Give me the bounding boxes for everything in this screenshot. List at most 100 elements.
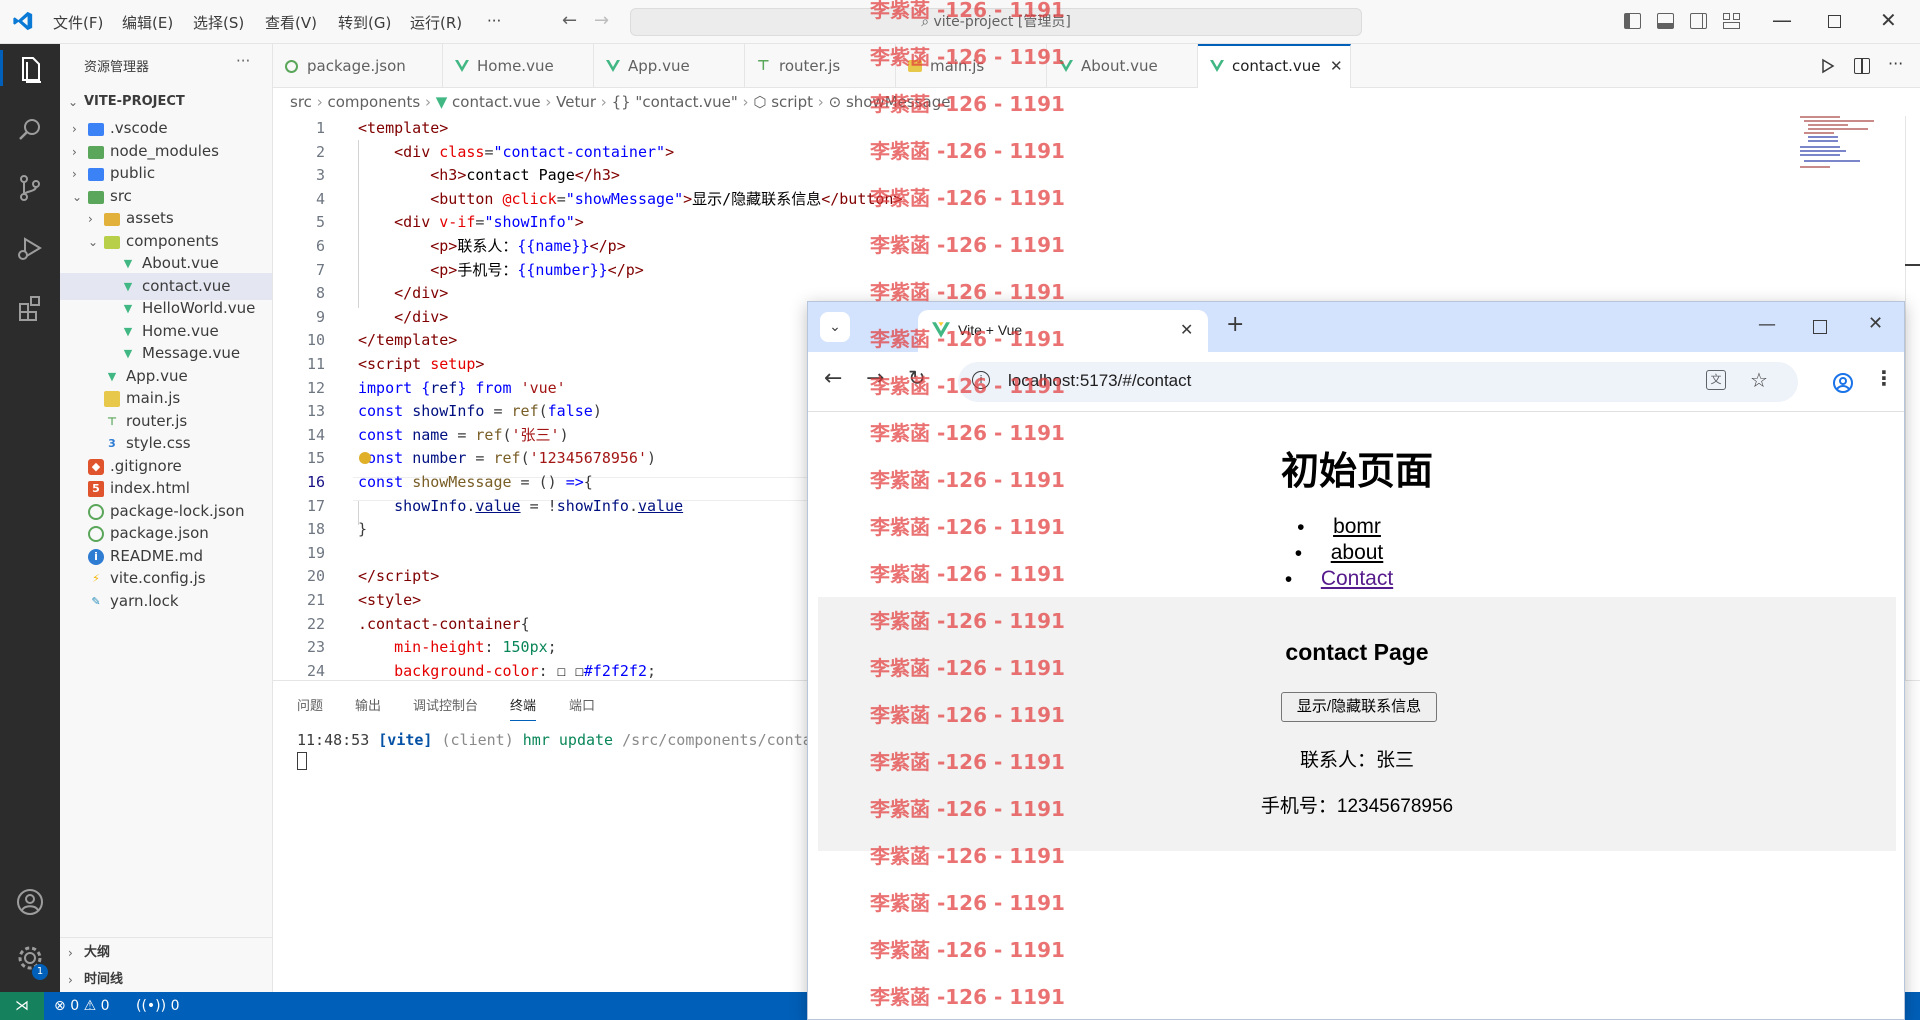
menu-file[interactable]: 文件(F) <box>53 12 103 33</box>
more-actions-icon[interactable]: ··· <box>1888 54 1903 73</box>
close-tab-icon[interactable]: ✕ <box>1330 46 1343 86</box>
terminal-output[interactable]: 11:48:53 [vite] (client) hmr update /src… <box>297 731 812 749</box>
browser-menu-icon[interactable]: ⋮ <box>1874 366 1894 390</box>
new-tab-icon[interactable]: + <box>1226 312 1244 337</box>
more-actions-icon[interactable]: ··· <box>236 52 250 70</box>
browser-tab[interactable]: Vite + Vue ✕ <box>918 310 1208 352</box>
menu-run[interactable]: 运行(R) <box>410 12 462 33</box>
toggle-primary-sidebar-icon[interactable] <box>1624 13 1641 29</box>
minimize-icon[interactable]: — <box>1772 8 1792 32</box>
profile-icon[interactable] <box>1832 372 1854 394</box>
menu-more[interactable]: ··· <box>487 12 501 30</box>
breadcrumb-item[interactable]: script <box>771 93 813 111</box>
breadcrumb-item[interactable]: showMessage <box>846 93 951 111</box>
breadcrumb-item[interactable]: Vetur <box>556 93 596 111</box>
panel-tab-ports[interactable]: 端口 <box>569 695 595 714</box>
warning-icon: ⚠ <box>83 998 97 1014</box>
tab-home-vue[interactable]: Home.vue <box>443 44 594 88</box>
line-number: 20 <box>306 567 325 586</box>
panel-tab-problems[interactable]: 问题 <box>297 695 323 714</box>
code-text: <p>手机号：{{number}}</p> <box>430 260 644 279</box>
site-info-icon[interactable]: i <box>972 371 990 389</box>
code-text: </script> <box>358 567 440 586</box>
problems-status[interactable]: ⊗ 0 ⚠ 0 <box>54 992 110 1020</box>
back-arrow-icon[interactable]: ← <box>824 366 842 391</box>
extensions-icon[interactable] <box>12 290 48 326</box>
panel-tab-debug-console[interactable]: 调试控制台 <box>413 695 478 714</box>
search-icon[interactable] <box>12 112 48 148</box>
minimize-icon[interactable]: — <box>1758 314 1776 335</box>
close-tab-icon[interactable]: ✕ <box>1180 320 1193 339</box>
forward-arrow-icon[interactable]: → <box>866 366 884 391</box>
nav-link-about[interactable]: about <box>1331 541 1384 564</box>
run-icon[interactable] <box>1820 58 1836 74</box>
panel-tab-output[interactable]: 输出 <box>355 695 381 714</box>
outline-section[interactable]: › 大纲 <box>60 939 272 966</box>
toggle-panel-icon[interactable] <box>1657 13 1674 29</box>
account-icon[interactable] <box>12 884 48 920</box>
command-center-search[interactable]: ⌕ vite-project [管理员] <box>630 8 1362 36</box>
tab-router-js[interactable]: ⊤ router.js <box>745 44 896 88</box>
menu-go[interactable]: 转到(G) <box>338 12 391 33</box>
code-text: background-color: ☐ ☐#f2f2f2; <box>394 661 657 680</box>
js-file-icon <box>104 391 120 407</box>
vue-file-icon: ▼ <box>123 347 133 360</box>
tree-item[interactable]: ✎ yarn.lock <box>60 588 272 615</box>
tab-package-json[interactable]: package.json <box>273 44 443 88</box>
ports-status[interactable]: ((•)) 0 <box>136 992 179 1020</box>
menu-edit[interactable]: 编辑(E) <box>122 12 173 33</box>
json-file-icon <box>88 526 104 542</box>
tab-search-chevron-icon[interactable]: ⌄ <box>820 312 850 342</box>
timeline-section[interactable]: › 时间线 <box>60 966 272 993</box>
minimap[interactable] <box>1790 116 1900 176</box>
lightbulb-icon[interactable] <box>359 452 371 464</box>
error-count: 0 <box>70 998 80 1014</box>
menu-view[interactable]: 查看(V) <box>265 12 317 33</box>
code-text: <h3>contact Page</h3> <box>430 166 620 185</box>
line-number: 23 <box>306 638 325 657</box>
nav-link-contact[interactable]: Contact <box>1321 567 1393 590</box>
tab-main-js[interactable]: main.js <box>896 44 1047 88</box>
tab-about-vue[interactable]: About.vue <box>1047 44 1198 88</box>
reload-icon[interactable]: ↻ <box>908 366 926 390</box>
remote-icon[interactable]: ⋊ <box>0 992 44 1020</box>
toggle-contact-button[interactable]: 显示/隐藏联系信息 <box>1281 692 1437 722</box>
code-text: .contact-container{ <box>358 614 530 633</box>
vue-file-icon: ▼ <box>123 302 133 315</box>
forward-arrow-icon[interactable]: → <box>594 10 609 31</box>
scrollbar-indicator[interactable] <box>1905 264 1920 266</box>
css-file-icon: 3 <box>108 437 116 450</box>
chevron-down-icon: ⌄ <box>72 189 83 204</box>
breadcrumb-item[interactable]: components <box>327 93 420 111</box>
breadcrumb-item[interactable]: {} "contact.vue" <box>612 93 738 111</box>
tab-contact-vue[interactable]: contact.vue ✕ <box>1198 44 1351 88</box>
restore-icon[interactable] <box>1828 15 1841 28</box>
error-icon: ⊗ <box>54 998 66 1014</box>
close-window-icon[interactable]: ✕ <box>1868 313 1883 334</box>
panel-tab-terminal[interactable]: 终端 <box>510 695 537 721</box>
back-arrow-icon[interactable]: ← <box>562 10 577 31</box>
close-window-icon[interactable]: ✕ <box>1880 8 1897 32</box>
source-control-icon[interactable] <box>12 170 48 206</box>
url-text[interactable]: localhost:5173/#/contact <box>1008 371 1191 391</box>
nav-item: • bomr <box>808 514 1904 540</box>
customize-layout-icon[interactable] <box>1723 13 1740 29</box>
explorer-icon[interactable] <box>12 52 48 88</box>
address-bar[interactable]: i localhost:5173/#/contact 文 ☆ <box>958 362 1798 402</box>
tab-app-vue[interactable]: App.vue <box>594 44 745 88</box>
split-editor-icon[interactable] <box>1854 58 1870 74</box>
warning-count: 0 <box>100 998 110 1014</box>
menu-selection[interactable]: 选择(S) <box>193 12 244 33</box>
breadcrumb-item[interactable]: src <box>290 93 312 111</box>
toggle-secondary-sidebar-icon[interactable] <box>1690 13 1707 29</box>
chevron-right-icon: › <box>72 122 77 136</box>
run-debug-icon[interactable] <box>12 230 48 266</box>
maximize-icon[interactable] <box>1813 320 1827 334</box>
code-text: <div v-if="showInfo"> <box>394 213 584 232</box>
breadcrumb-item[interactable]: contact.vue <box>452 93 541 111</box>
activity-bar: 1 <box>0 44 60 992</box>
project-root[interactable]: ⌄ VITE-PROJECT <box>60 88 272 115</box>
nav-link-bomr[interactable]: bomr <box>1333 515 1381 538</box>
bookmark-star-icon[interactable]: ☆ <box>1750 368 1768 392</box>
translate-icon[interactable]: 文 <box>1706 370 1726 390</box>
